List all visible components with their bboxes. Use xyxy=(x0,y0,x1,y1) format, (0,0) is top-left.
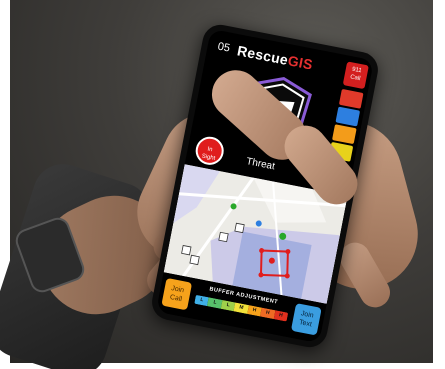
screen-number: 05 xyxy=(216,40,231,55)
join-text-button[interactable]: Join Text xyxy=(290,303,322,336)
in-sight-button[interactable]: In Sight xyxy=(193,134,227,168)
photo-scene: 05 RescueGIS 911 Call In Sight Threat Jo… xyxy=(0,0,445,369)
app-logo: RescueGIS xyxy=(236,42,314,72)
side-indicator[interactable] xyxy=(338,88,364,109)
threat-label: Threat xyxy=(245,156,276,173)
logo-main: Rescue xyxy=(235,42,290,68)
scale-cell[interactable]: H xyxy=(273,310,289,322)
join-call-button[interactable]: Join Call xyxy=(161,277,193,311)
side-indicator[interactable] xyxy=(335,106,361,127)
side-indicator[interactable] xyxy=(332,124,357,145)
right-border xyxy=(433,0,445,369)
emergency-call-button[interactable]: 911 Call xyxy=(342,61,369,90)
logo-accent: GIS xyxy=(286,52,315,73)
